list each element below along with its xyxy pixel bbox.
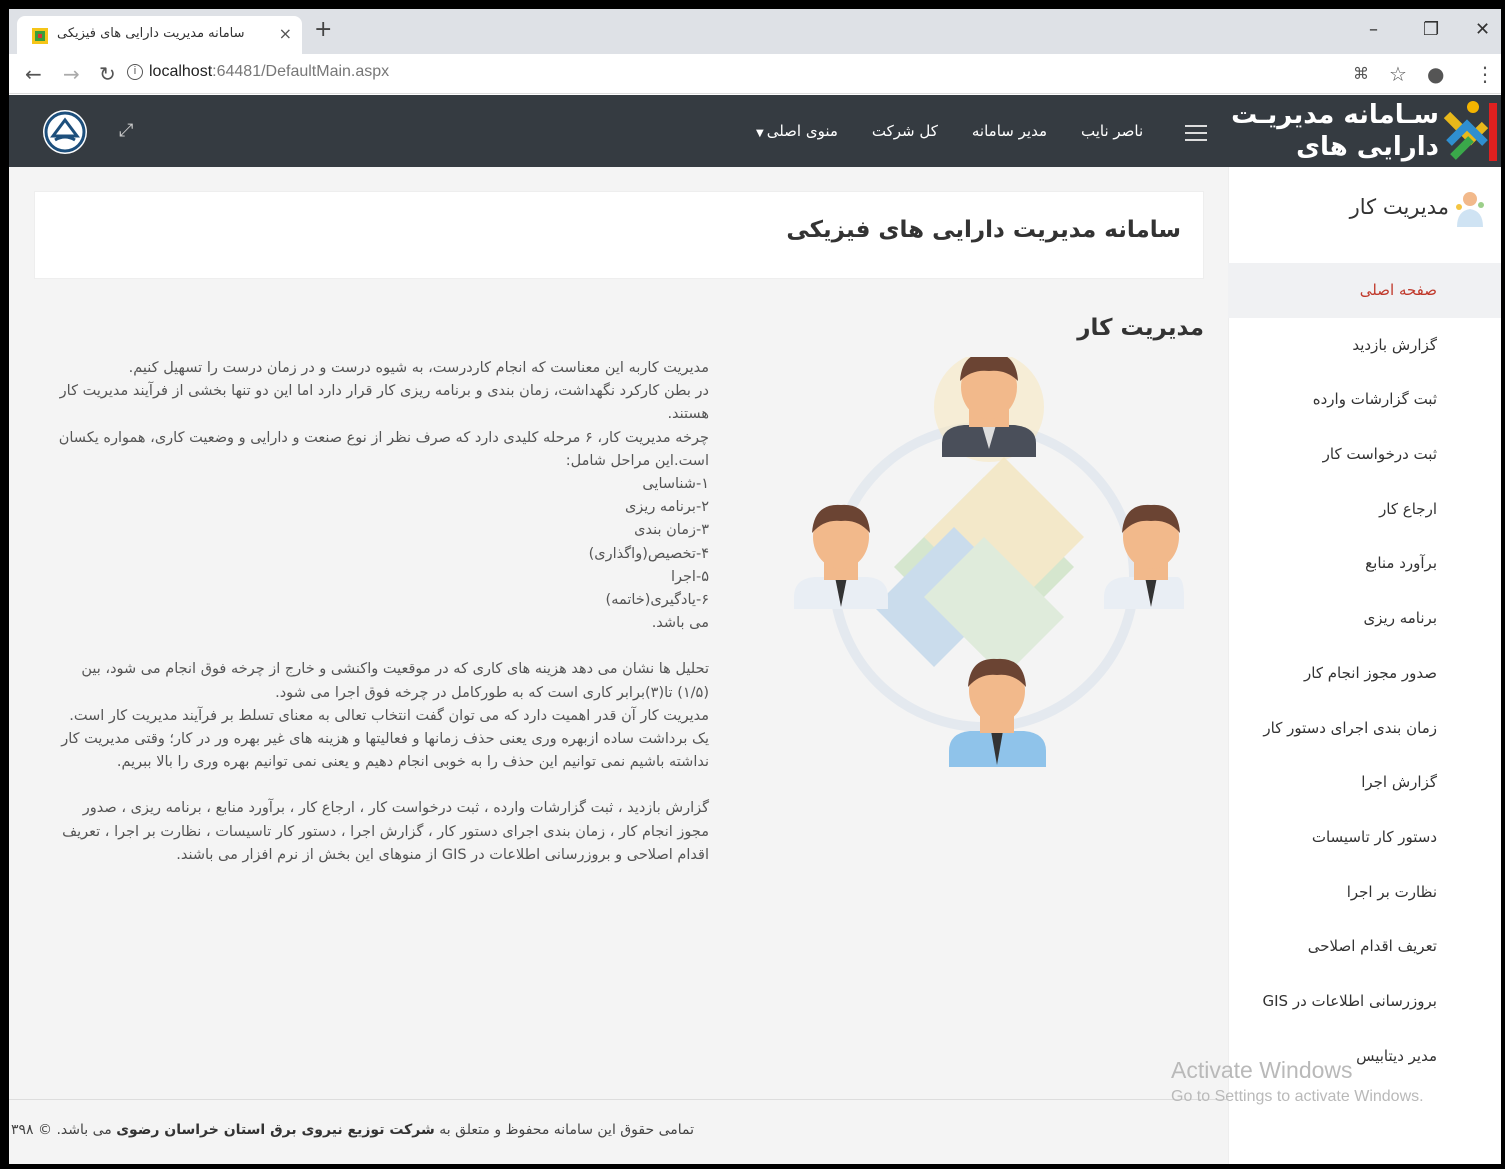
sidebar-title: مدیریت کار xyxy=(1349,195,1449,219)
sidebar-item-execution-report[interactable]: گزارش اجرا xyxy=(1228,755,1501,810)
browser-window: سامانه مدیریت دارایی های فیزیکی × + – ❐ … xyxy=(9,9,1501,1164)
close-window-icon[interactable]: ✕ xyxy=(1475,19,1490,40)
paragraph: مدیریت کار آن قدر اهمیت دارد که می توان … xyxy=(69,707,709,724)
footer: تمامی حقوق این سامانه محفوظ و متعلق به ش… xyxy=(9,1099,1228,1164)
list-item: ۲-برنامه ریزی xyxy=(624,499,709,516)
brand: سـامانه مدیریـت دارایی های فیزیکی xyxy=(1226,95,1501,194)
tab-title: سامانه مدیریت دارایی های فیزیکی xyxy=(57,26,245,41)
hamburger-menu-icon[interactable] xyxy=(1185,125,1207,146)
sidebar-item-supervision[interactable]: نظارت بر اجرا xyxy=(1228,865,1501,920)
url-field[interactable]: localhost:64481/DefaultMain.aspx xyxy=(149,63,389,81)
sidebar-header: مدیریت کار xyxy=(1237,189,1487,229)
maximize-icon[interactable]: ❐ xyxy=(1423,19,1439,40)
list-item: ۶-یادگیری(خاتمه) xyxy=(605,592,709,609)
paragraph: گزارش بازدید ، ثبت گزارشات وارده ، ثبت د… xyxy=(62,800,709,863)
fullscreen-icon[interactable]: ⤢ xyxy=(119,120,133,141)
bookmark-star-icon[interactable]: ☆ xyxy=(1389,62,1407,86)
sidebar-item-resource-estimate[interactable]: برآورد منابع xyxy=(1228,536,1501,591)
company-logo-icon xyxy=(43,110,87,154)
person-left-icon xyxy=(794,504,888,609)
app-header: ⤢ منوی اصلی▼ کل شرکت مدیر سامانه ناصر نا… xyxy=(9,95,1501,194)
sidebar-item-work-permit[interactable]: صدور مجوز انجام کار xyxy=(1228,646,1501,701)
favicon-icon xyxy=(32,28,48,44)
sidebar-item-incoming-reports[interactable]: ثبت گزارشات وارده xyxy=(1228,372,1501,427)
page-title-card: سامانه مدیریت دارایی های فیزیکی xyxy=(34,191,1204,279)
sidebar-item-corrective-action[interactable]: تعریف اقدام اصلاحی xyxy=(1228,919,1501,974)
nav-main-menu[interactable]: منوی اصلی▼ xyxy=(739,122,855,140)
site-info-icon[interactable]: i xyxy=(127,64,143,80)
person-right-icon xyxy=(1104,504,1184,609)
copyright-text: تمامی حقوق این سامانه محفوظ و متعلق به ش… xyxy=(9,1122,694,1138)
work-management-icon xyxy=(1456,192,1484,227)
nav-company[interactable]: کل شرکت xyxy=(855,122,955,140)
sidebar-item-planning[interactable]: برنامه ریزی xyxy=(1228,591,1501,646)
minimize-icon[interactable]: – xyxy=(1369,19,1378,40)
list-item: ۱-شناسایی xyxy=(642,476,709,493)
paragraph: می باشد. xyxy=(651,615,709,632)
page-title: سامانه مدیریت دارایی های فیزیکی xyxy=(786,217,1181,243)
main-content: سامانه مدیریت دارایی های فیزیکی مدیریت ک… xyxy=(9,167,1228,1164)
brand-logo-icon xyxy=(1443,101,1497,161)
sidebar-item-work-request[interactable]: ثبت درخواست کار xyxy=(1228,427,1501,482)
sidebar-item-home[interactable]: صفحه اصلی xyxy=(1228,263,1501,318)
tab-close-icon[interactable]: × xyxy=(279,24,292,43)
section-title: مدیریت کار xyxy=(1077,315,1204,341)
sidebar-menu: صفحه اصلی گزارش بازدید ثبت گزارشات وارده… xyxy=(1228,263,1501,1083)
reload-icon[interactable]: ↻ xyxy=(99,62,116,86)
sidebar-item-facility-order[interactable]: دستور کار تاسیسات xyxy=(1228,810,1501,865)
paragraph: مدیریت کاربه این معناست که انجام کاردرست… xyxy=(128,360,709,376)
paragraph: چرخه مدیریت کار، ۶ مرحله کلیدی دارد که ص… xyxy=(58,429,709,469)
nav-admin[interactable]: مدیر سامانه xyxy=(955,122,1064,140)
forward-icon[interactable]: → xyxy=(63,62,80,86)
browser-menu-icon[interactable]: ⋮ xyxy=(1475,62,1495,86)
paragraph: تحلیل ها نشان می دهد هزینه های کاری که د… xyxy=(81,661,709,701)
list-item: ۵-اجرا xyxy=(670,568,709,585)
list-item: ۳-زمان بندی xyxy=(634,522,709,539)
tab-bar: سامانه مدیریت دارایی های فیزیکی × + – ❐ … xyxy=(9,9,1501,54)
nav-user[interactable]: ناصر نایب xyxy=(1064,122,1160,140)
list-item: ۴-تخصیص(واگذاری) xyxy=(588,545,709,562)
top-nav: منوی اصلی▼ کل شرکت مدیر سامانه ناصر نایب xyxy=(739,95,1160,167)
profile-icon[interactable]: ● xyxy=(1427,62,1444,86)
browser-tab[interactable]: سامانه مدیریت دارایی های فیزیکی × xyxy=(17,16,302,54)
sidebar: مدیریت کار صفحه اصلی گزارش بازدید ثبت گز… xyxy=(1228,167,1501,1164)
translate-icon[interactable]: ⌘ xyxy=(1353,64,1369,83)
new-tab-icon[interactable]: + xyxy=(314,19,332,41)
person-bottom-icon xyxy=(949,658,1046,767)
paragraph: یک برداشت ساده ازبهره وری یعنی حذف زمانه… xyxy=(61,731,709,771)
sidebar-item-visit-report[interactable]: گزارش بازدید xyxy=(1228,318,1501,373)
activation-watermark: Activate Windows Go to Settings to activ… xyxy=(1171,1057,1424,1105)
back-icon[interactable]: ← xyxy=(25,62,42,86)
body-text: مدیریت کاربه این معناست که انجام کاردرست… xyxy=(49,357,709,867)
sidebar-item-gis-update[interactable]: بروزرسانی اطلاعات در GIS xyxy=(1228,974,1501,1029)
sidebar-item-work-assignment[interactable]: ارجاع کار xyxy=(1228,482,1501,537)
paragraph: در بطن کارکرد نگهداشت، زمان بندی و برنام… xyxy=(59,383,709,423)
sidebar-item-scheduling[interactable]: زمان بندی اجرای دستور کار xyxy=(1228,701,1501,756)
team-illustration xyxy=(794,357,1184,767)
address-bar: ← → ↻ i localhost:64481/DefaultMain.aspx… xyxy=(9,54,1501,94)
